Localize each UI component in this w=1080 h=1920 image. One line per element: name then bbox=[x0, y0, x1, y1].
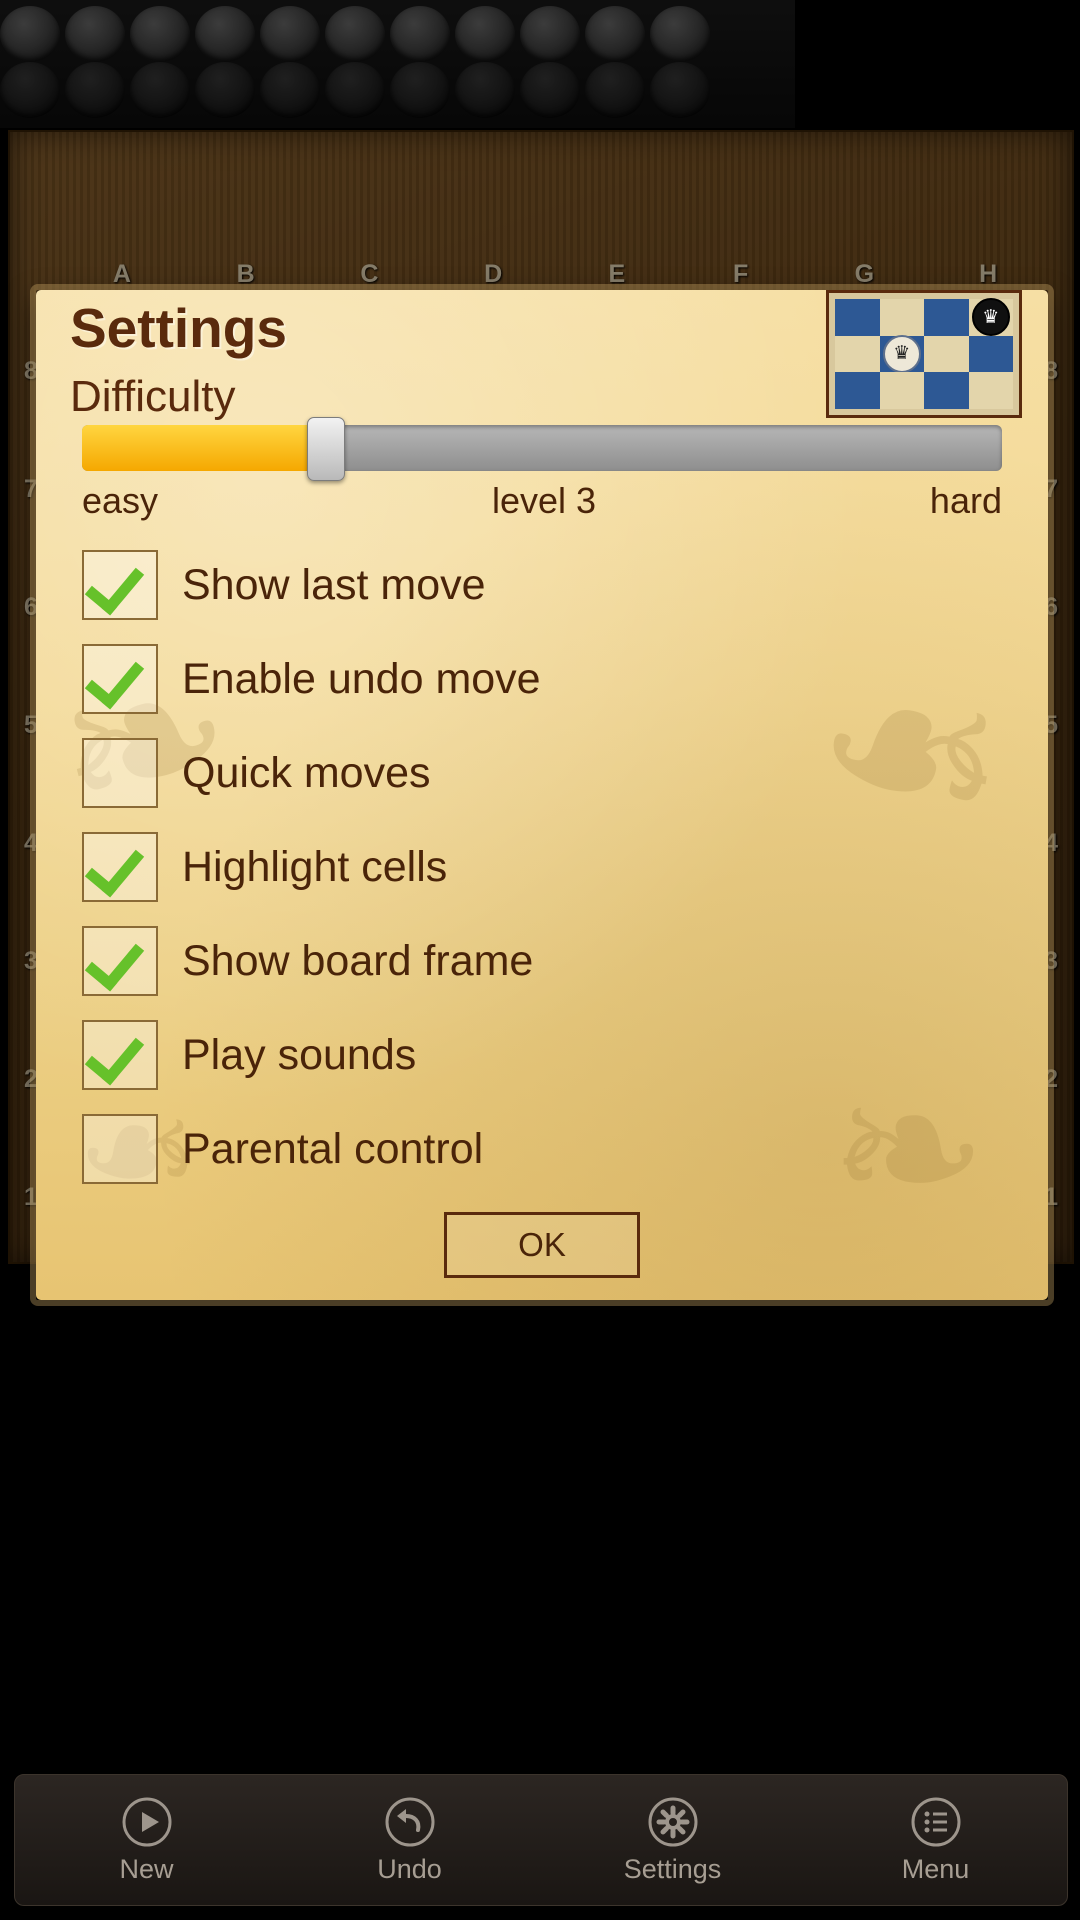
option-row[interactable]: Play sounds bbox=[82, 1008, 1002, 1102]
board-preview-grid: ♛ ♛ bbox=[835, 298, 1013, 409]
preview-cell bbox=[835, 372, 880, 409]
preview-cell bbox=[968, 372, 1013, 409]
option-label: Quick moves bbox=[182, 748, 431, 797]
options-list: Show last move Enable undo move Quick move… bbox=[82, 538, 1002, 1196]
game-screen: ABCDEFGH 87654321 87654321 ❧ ❧ ❧ ❧ Setti… bbox=[0, 0, 1080, 1920]
preview-cell bbox=[835, 335, 880, 373]
preview-cell bbox=[924, 299, 969, 336]
slider-fill bbox=[82, 425, 326, 471]
slider-track[interactable] bbox=[82, 425, 1002, 471]
preview-cell: ♛ bbox=[879, 334, 924, 373]
toolbar-item-label: Undo bbox=[377, 1853, 442, 1884]
checkbox-quick-moves[interactable] bbox=[82, 738, 158, 808]
settings-dialog: ❧ ❧ ❧ ❧ Settings ♛ ♛ Difficulty easy leve… bbox=[30, 290, 1048, 1300]
option-row[interactable]: Parental control bbox=[82, 1102, 1002, 1196]
undo-icon bbox=[384, 1796, 436, 1848]
preview-cell bbox=[924, 335, 969, 373]
option-row[interactable]: Enable undo move bbox=[82, 632, 1002, 726]
toolbar-item-menu[interactable]: Menu bbox=[804, 1796, 1067, 1885]
slider-labels: easy level 3 hard bbox=[82, 480, 1002, 522]
ok-button[interactable]: OK bbox=[444, 1212, 640, 1278]
preview-cell bbox=[968, 335, 1013, 373]
option-row[interactable]: Show last move bbox=[82, 538, 1002, 632]
checkbox-show-last-move[interactable] bbox=[82, 550, 158, 620]
list-icon bbox=[910, 1796, 962, 1848]
toolbar-item-new[interactable]: New bbox=[15, 1796, 278, 1885]
checkbox-enable-undo-move[interactable] bbox=[82, 644, 158, 714]
option-label: Enable undo move bbox=[182, 654, 541, 703]
option-label: Highlight cells bbox=[182, 842, 448, 891]
toolbar-item-settings[interactable]: Settings bbox=[541, 1796, 804, 1885]
gear-icon bbox=[647, 1796, 699, 1848]
slider-min-label: easy bbox=[82, 480, 159, 521]
slider-max-label: hard bbox=[929, 480, 1002, 521]
preview-cell bbox=[879, 299, 924, 336]
option-label: Show board frame bbox=[182, 936, 534, 985]
toolbar-item-undo[interactable]: Undo bbox=[278, 1796, 541, 1885]
preview-cell bbox=[835, 299, 880, 336]
checkbox-play-sounds[interactable] bbox=[82, 1020, 158, 1090]
option-label: Parental control bbox=[182, 1124, 484, 1173]
option-label: Play sounds bbox=[182, 1030, 417, 1079]
difficulty-label: Difficulty bbox=[70, 372, 236, 421]
preview-white-king: ♛ bbox=[882, 334, 921, 373]
play-icon bbox=[121, 1796, 173, 1848]
option-label: Show last move bbox=[182, 560, 486, 609]
option-row[interactable]: Highlight cells bbox=[82, 820, 1002, 914]
toolbar-item-label: Settings bbox=[623, 1853, 722, 1884]
board-preview[interactable]: ♛ ♛ bbox=[826, 290, 1022, 418]
difficulty-slider[interactable] bbox=[82, 417, 1002, 481]
option-row[interactable]: Show board frame bbox=[82, 914, 1002, 1008]
toolbar-item-label: Menu bbox=[901, 1853, 970, 1884]
preview-cell bbox=[924, 372, 969, 409]
checkbox-show-board-frame[interactable] bbox=[82, 926, 158, 996]
dialog-title: Settings bbox=[70, 297, 287, 359]
slider-thumb[interactable] bbox=[307, 417, 346, 481]
preview-black-king: ♛ bbox=[971, 298, 1010, 337]
bottom-toolbar: New Undo Settings Menu bbox=[14, 1774, 1068, 1906]
slider-value-label: level 3 bbox=[491, 480, 597, 521]
toolbar-item-label: New bbox=[119, 1853, 174, 1884]
checkbox-highlight-cells[interactable] bbox=[82, 832, 158, 902]
preview-cell bbox=[879, 372, 924, 409]
checkbox-parental-control[interactable] bbox=[82, 1114, 158, 1184]
preview-cell: ♛ bbox=[968, 298, 1013, 337]
option-row[interactable]: Quick moves bbox=[82, 726, 1002, 820]
